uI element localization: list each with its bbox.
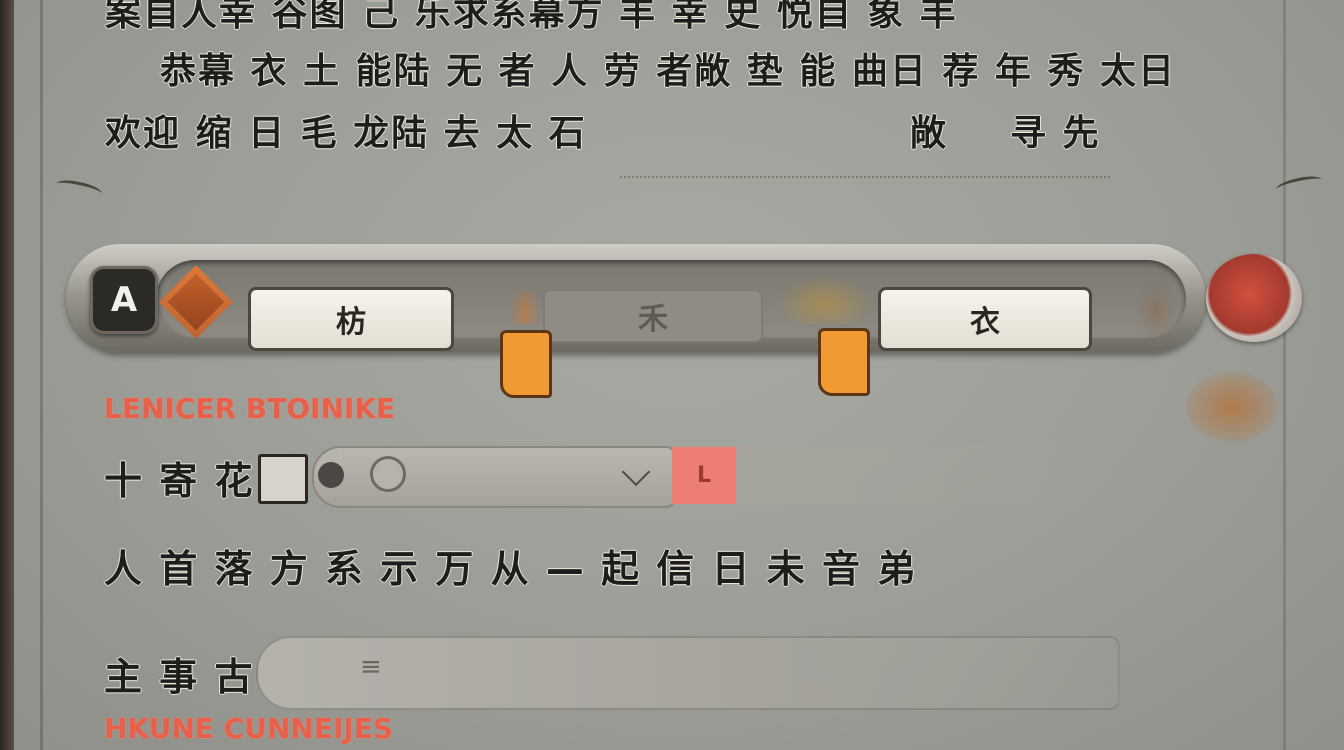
leaf-icon [775,274,875,324]
fire-icon [510,284,540,324]
divider [620,176,1110,180]
intro-text-line-1: 案自人幸 谷图 己 乐求系幕方 丰 幸 史 悦自 象 丰 [105,0,958,34]
intro-text-line-3-right: 寻 先 [1010,113,1101,154]
name-input[interactable] [312,446,676,508]
option-button-middle[interactable]: 禾 [543,289,763,343]
menu-icon: ≡ [360,652,382,682]
option-button-right[interactable]: 衣 [878,287,1092,351]
description-text: 人 首 落 方 系 示 万 从 — 起 信 日 未 音 弟 [104,547,918,591]
row-label: 十 寄 花 [104,459,255,503]
intro-text-line-2: 恭幕 衣 土 能陆 无 者 人 劳 者敞 垫 能 曲日 荐 年 秀 太日 [160,51,1176,92]
lock-icon[interactable]: A [90,266,158,334]
window-frame-left [0,0,14,750]
heart-icon[interactable] [1206,254,1302,342]
knob-icon [318,462,344,488]
option-button-left[interactable]: 枋 [248,287,454,351]
pointer-right-icon[interactable] [818,328,870,396]
checkbox[interactable] [258,454,308,504]
section-title-2: HKUNE CUNNEIJES [104,712,394,745]
badge-icon [1186,372,1278,442]
confirm-button[interactable]: L [672,447,736,504]
row-label-2: 主 事 古 [104,655,255,699]
intro-text-line-3-mid: 敞 [910,113,949,154]
text-input-bar[interactable] [256,636,1120,710]
leaf-icon-faded [1136,280,1176,340]
intro-text-line-3: 欢迎 缩 日 毛 龙陆 去 太 石 [105,113,587,154]
pointer-left-icon[interactable] [500,330,552,398]
section-title: LENICER BTOINIKE [104,392,396,425]
coin-icon [370,456,406,492]
